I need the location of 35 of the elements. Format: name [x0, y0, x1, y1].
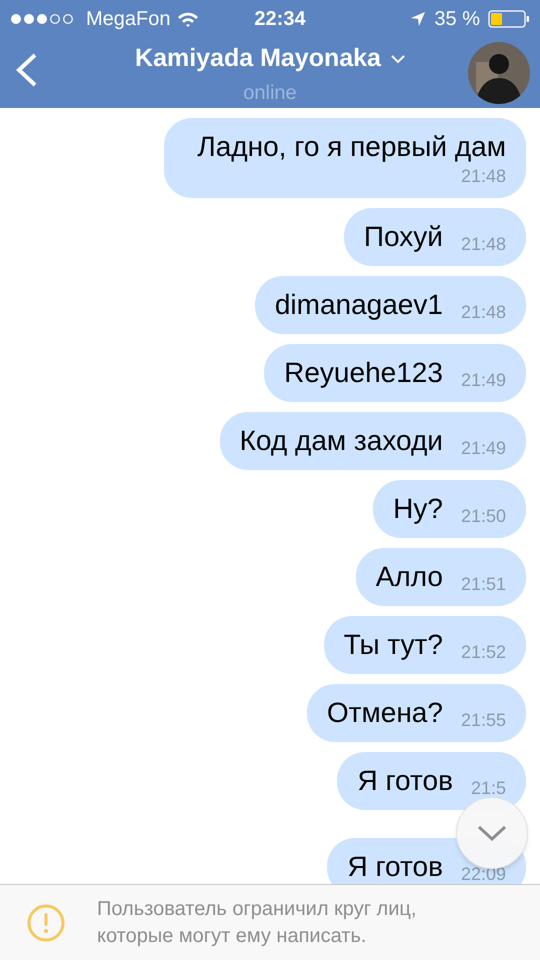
- message-time: 21:51: [460, 573, 506, 595]
- message-time: 21:49: [460, 369, 506, 391]
- contact-name[interactable]: Kamiyada Mayonaka: [135, 40, 381, 78]
- message-text: Я готов: [357, 764, 453, 798]
- message-time: 21:52: [460, 641, 506, 663]
- message-time: 21:48: [460, 165, 506, 187]
- message-text: Отмена?: [326, 696, 443, 730]
- message-text: Алло: [376, 560, 443, 594]
- battery-percent: 35 %: [434, 7, 480, 32]
- wifi-icon: [176, 11, 198, 27]
- message-time: 21:50: [460, 505, 506, 527]
- message-time: 21:49: [460, 437, 506, 459]
- message-time: 21:48: [460, 233, 506, 255]
- message-time: 21:48: [460, 301, 506, 323]
- message-text: Ты тут?: [344, 628, 443, 662]
- message-text: Ладно, го я первый дам: [197, 130, 506, 164]
- chevron-down-icon: [390, 54, 405, 63]
- message-text: Похуй: [364, 220, 443, 254]
- message-text: Reyuehe123: [284, 356, 443, 390]
- message-text: Ну?: [393, 492, 443, 526]
- online-status: online: [243, 80, 297, 106]
- message-time: 21:5: [470, 777, 506, 799]
- back-icon: [14, 52, 38, 88]
- warning-icon: [27, 904, 65, 942]
- clock-time: 22:34: [253, 7, 307, 32]
- restriction-notice: Пользователь ограничил круг лиц, которые могут ему написать.: [97, 896, 418, 948]
- battery-icon: [488, 10, 530, 28]
- message-text: Я готов: [347, 850, 443, 884]
- message-time: 22:09: [460, 863, 506, 884]
- chevron-down-icon: [477, 825, 507, 841]
- message-text: dimanagaev1: [274, 288, 443, 322]
- location-icon: [410, 11, 426, 27]
- message-text: Код дам заходи: [240, 424, 443, 458]
- message-time: 21:55: [460, 709, 506, 731]
- carrier-name: MegaFon: [86, 7, 170, 32]
